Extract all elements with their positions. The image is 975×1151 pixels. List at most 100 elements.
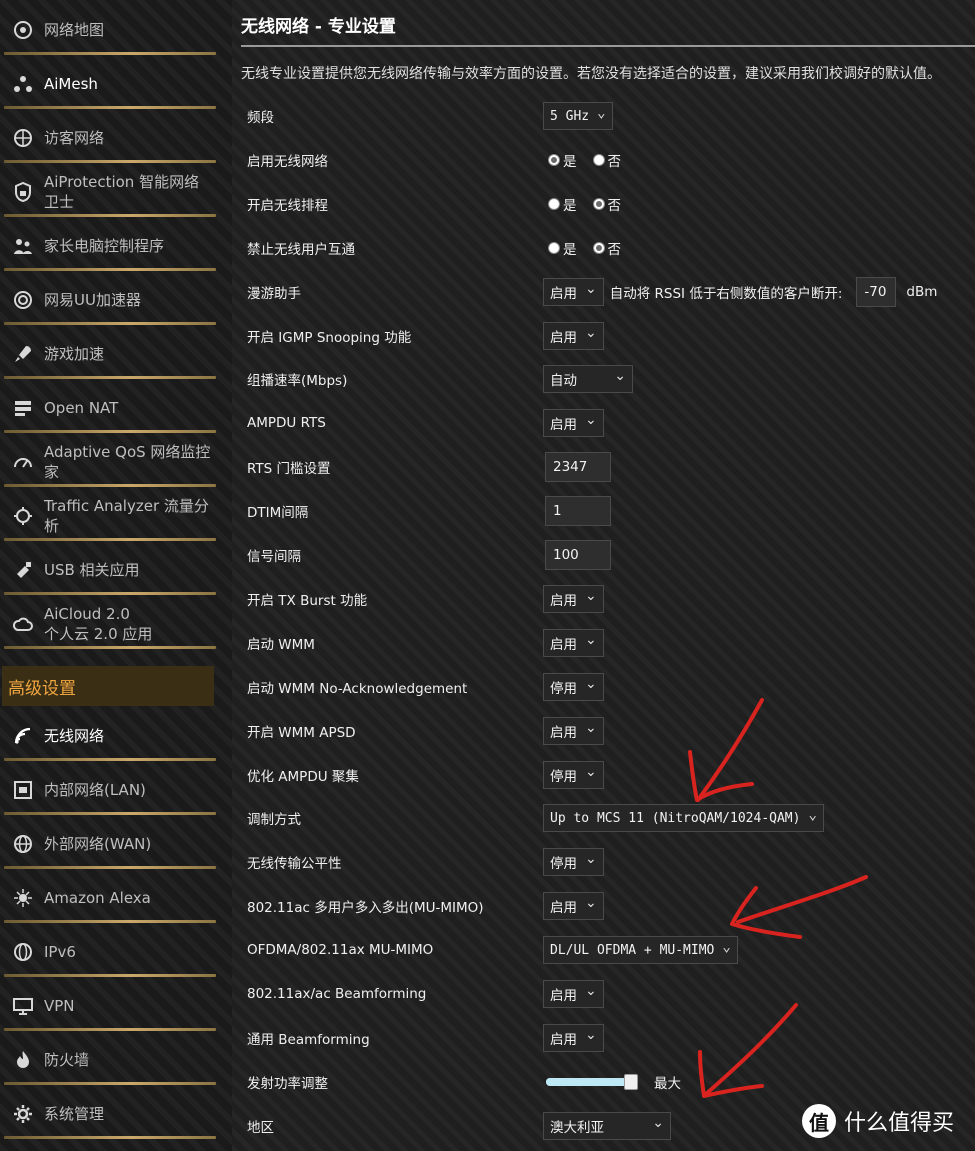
setting-control: 停用 ⌄: [543, 848, 604, 877]
radio-no-dot: [592, 197, 605, 210]
setting-select[interactable]: 澳大利亚 ⌄: [543, 1111, 671, 1140]
aimesh-icon: [12, 73, 34, 95]
radio-no[interactable]: 否: [592, 194, 622, 214]
sidebar-item-label: IPv6: [44, 943, 76, 961]
setting-label: 启动 WMM: [247, 636, 315, 653]
radio-yes[interactable]: 是: [548, 194, 577, 214]
rssi-threshold-input[interactable]: -70: [856, 276, 897, 307]
sidebar-item-uu-accelerator[interactable]: 网易UU加速器: [0, 273, 216, 327]
sidebar-item-vpn[interactable]: VPN: [0, 979, 216, 1033]
setting-input[interactable]: 1: [545, 496, 611, 527]
sidebar-item-cloud[interactable]: AiCloud 2.0 个人云 2.0 应用: [0, 597, 216, 651]
sidebar-item-parental-control[interactable]: 家长电脑控制程序: [0, 219, 216, 273]
radio-no-label: 否: [607, 197, 622, 214]
setting-label: 漫游助手: [247, 285, 301, 302]
sidebar-item-label: AiProtection 智能网络卫士: [44, 173, 200, 211]
sidebar-item-label: 内部网络(LAN): [44, 781, 146, 799]
setting-input[interactable]: 100: [545, 540, 611, 570]
setting-select[interactable]: 自动 ⌄: [543, 365, 633, 394]
setting-control: 停用 ⌄: [543, 672, 604, 701]
setting-row: 开启 IGMP Snooping 功能 启用 ⌄: [232, 314, 975, 358]
traffic-analyzer-icon: [12, 505, 34, 527]
sidebar-item-alexa[interactable]: Amazon Alexa: [0, 871, 216, 925]
chevron-down-icon: ⌄: [585, 763, 597, 780]
shield-lock-icon: [12, 181, 34, 203]
setting-select[interactable]: 停用 ⌄: [543, 760, 604, 789]
slider-thumb[interactable]: [624, 1074, 638, 1091]
radio-no-dot: [592, 153, 605, 166]
chevron-down-icon: ⌄: [585, 587, 597, 604]
sidebar-item-guest-network[interactable]: 访客网络: [0, 111, 216, 165]
setting-label: 启用无线网络: [247, 153, 328, 170]
setting-input[interactable]: 2347: [545, 452, 611, 483]
setting-select[interactable]: 启用 ⌄: [543, 892, 604, 921]
chevron-down-icon: ⌄: [585, 675, 597, 692]
sidebar-item-label: Adaptive QoS 网络监控家: [44, 443, 211, 481]
sidebar-item-rocket[interactable]: 游戏加速: [0, 327, 216, 381]
lan-icon: [12, 779, 34, 801]
sidebar-item-ipv6-globe[interactable]: IPv6: [0, 925, 216, 979]
setting-select[interactable]: 启用 ⌄: [543, 321, 604, 350]
setting-label: RTS 门槛设置: [247, 461, 331, 478]
select-value: 启用: [550, 417, 577, 434]
sidebar-item-open-nat[interactable]: Open NAT: [0, 381, 216, 435]
setting-control: 启用 ⌄: [543, 409, 604, 438]
setting-row: 调制方式 Up to MCS 11 (NitroQAM/1024-QAM) ⌄: [232, 796, 975, 840]
sidebar-item-firewall[interactable]: 防火墙: [0, 1033, 216, 1087]
setting-select[interactable]: 启用 ⌄: [543, 716, 604, 745]
chevron-down-icon: ⌄: [585, 895, 597, 912]
chevron-down-icon: ⌄: [614, 368, 626, 385]
sidebar-item-wireless[interactable]: 无线网络: [0, 709, 216, 763]
chevron-down-icon: ⌄: [585, 631, 597, 648]
sidebar-item-traffic-analyzer[interactable]: Traffic Analyzer 流量分析: [0, 489, 216, 543]
setting-label: 发射功率调整: [247, 1075, 328, 1092]
setting-select[interactable]: 启用 ⌄: [543, 1023, 604, 1052]
sidebar-item-label: 防火墙: [44, 1051, 90, 1069]
setting-control: 启用 ⌄: [543, 1023, 604, 1052]
setting-select[interactable]: 启用 ⌄: [543, 409, 604, 438]
sidebar-item-usb[interactable]: USB 相关应用: [0, 543, 216, 597]
setting-select[interactable]: 启用 ⌄: [543, 628, 604, 657]
sidebar-item-label: 网易UU加速器: [44, 291, 141, 309]
setting-select[interactable]: 启用 ⌄: [543, 584, 604, 613]
setting-select[interactable]: Up to MCS 11 (NitroQAM/1024-QAM) ⌄: [543, 804, 824, 833]
setting-select[interactable]: 停用 ⌄: [543, 848, 604, 877]
setting-control: 启用 ⌄: [543, 584, 604, 613]
radio-yes-dot: [548, 197, 560, 210]
chevron-down-icon: ⌄: [808, 807, 817, 824]
setting-row: 开启 WMM APSD 启用 ⌄: [232, 709, 975, 753]
sidebar-item-globe[interactable]: 外部网络(WAN): [0, 817, 216, 871]
setting-select[interactable]: 启用 ⌄: [543, 980, 604, 1008]
sidebar-item-lan[interactable]: 内部网络(LAN): [0, 763, 216, 817]
uu-accelerator-icon: [12, 289, 34, 311]
setting-row: OFDMA/802.11ax MU-MIMO DL/UL OFDMA + MU-M…: [232, 928, 975, 972]
sidebar-item-speedometer[interactable]: Adaptive QoS 网络监控家: [0, 435, 216, 489]
setting-select[interactable]: 5 GHz ⌄: [543, 102, 613, 130]
select-value: Up to MCS 11 (NitroQAM/1024-QAM): [550, 810, 801, 826]
setting-label: 通用 Beamforming: [247, 1031, 370, 1048]
radio-no[interactable]: 否: [592, 150, 621, 170]
radio-yes[interactable]: 是: [548, 238, 577, 258]
watermark-text: 什么值得买: [844, 1111, 955, 1136]
setting-label: 启动 WMM No-Acknowledgement: [247, 680, 468, 697]
setting-select[interactable]: DL/UL OFDMA + MU-MIMO ⌄: [543, 936, 738, 965]
setting-row: 启动 WMM No-Acknowledgement 停用 ⌄: [232, 665, 975, 709]
setting-row: AMPDU RTS 启用 ⌄: [232, 401, 975, 445]
sidebar-item-aimesh[interactable]: AiMesh: [0, 57, 216, 111]
section-advanced-settings: 高级设置: [2, 666, 214, 706]
sidebar-item-gear[interactable]: 系统管理: [0, 1087, 216, 1141]
setting-select[interactable]: 启用 ⌄: [543, 277, 604, 306]
transmit-power-slider[interactable]: [546, 1074, 638, 1091]
sidebar-item-shield-lock[interactable]: AiProtection 智能网络卫士: [0, 165, 216, 219]
radio-yes[interactable]: 是: [548, 150, 577, 170]
setting-row: 802.11ax/ac Beamforming 启用 ⌄: [232, 972, 975, 1016]
guest-network-icon: [12, 127, 34, 149]
open-nat-icon: [12, 397, 34, 419]
setting-label: 开启 WMM APSD: [247, 724, 356, 741]
setting-select[interactable]: 停用 ⌄: [543, 672, 604, 701]
speedometer-icon: [12, 451, 34, 473]
setting-label: 优化 AMPDU 聚集: [247, 768, 359, 785]
sidebar-item-network-map[interactable]: 网络地图: [0, 3, 216, 57]
setting-label: OFDMA/802.11ax MU-MIMO: [247, 942, 434, 959]
radio-no[interactable]: 否: [592, 238, 621, 258]
